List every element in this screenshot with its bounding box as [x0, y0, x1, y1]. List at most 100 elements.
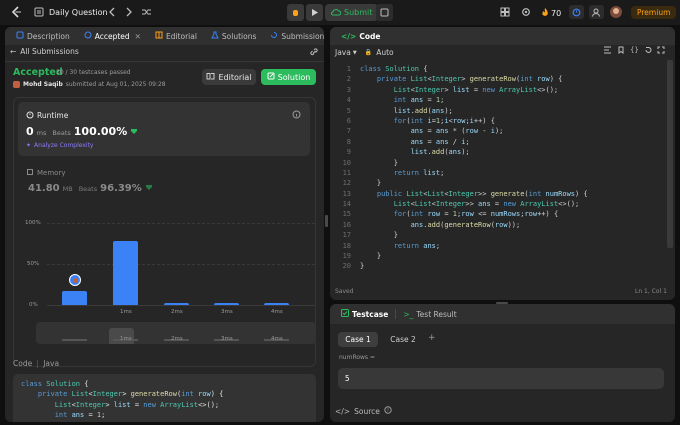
sparkle-icon: ✦ [26, 142, 32, 149]
streak-counter[interactable]: 70 [541, 7, 561, 19]
minimap-label: 3ms [221, 336, 233, 342]
case-2-button[interactable]: Case 2 [383, 332, 423, 347]
auto-format-label[interactable]: Auto [376, 48, 393, 57]
code-line: 2 private List<Integer> generateRow(int … [330, 74, 666, 84]
submit-button[interactable]: Submit [325, 4, 379, 21]
source-code-icon: </> [335, 406, 351, 416]
solution-button[interactable]: Solution [261, 69, 316, 85]
saved-status: Saved [335, 288, 354, 295]
runtime-bar[interactable] [62, 291, 87, 305]
tab-submissions[interactable]: Submissions [265, 27, 324, 45]
chart-minimap[interactable]: 1ms 2ms 3ms 4ms [36, 322, 316, 344]
notes-icon[interactable] [376, 4, 393, 21]
editor-actions: {} [603, 46, 665, 54]
info-icon[interactable] [292, 110, 301, 119]
problem-list-title[interactable]: Daily Question [49, 8, 108, 17]
reset-icon[interactable] [644, 46, 652, 54]
runtime-beats: 100.00% [73, 125, 128, 138]
help-icon[interactable]: ? [384, 406, 392, 416]
language-select[interactable]: Java ▼ [335, 48, 357, 57]
code-area[interactable]: 1 class Solution {2 private List<Integer>… [330, 64, 666, 274]
line-number: 3 [346, 85, 351, 94]
code-editor-panel: </> Code Java ▼ 🔒 Auto {} 1 class Solution … [330, 27, 675, 300]
runtime-bar[interactable] [214, 302, 239, 305]
leetcode-logo-icon[interactable] [10, 5, 24, 19]
format-lines-icon[interactable] [603, 46, 612, 54]
y-tick-50: 50% [27, 261, 40, 267]
code-text: list.add(ans); [393, 106, 453, 115]
runtime-title: Runtime [26, 110, 68, 121]
code-text: } [360, 231, 398, 240]
run-icon[interactable] [306, 4, 323, 21]
minimap-label: 1ms [120, 336, 132, 342]
back-arrow-icon: ← [10, 47, 17, 56]
code-text: private List<Integer> generateRow(int ro… [376, 75, 563, 84]
problem-list-icon[interactable] [34, 7, 44, 17]
curly-braces-icon[interactable]: {} [630, 46, 639, 54]
code-line: 15 for(int row = 1;row <= numRows;row++)… [330, 209, 666, 219]
vertical-resize-handle[interactable] [325, 215, 328, 227]
case-1-button[interactable]: Case 1 [338, 332, 378, 347]
tab-solutions[interactable]: Solutions [206, 27, 261, 45]
user-avatar[interactable] [610, 6, 622, 18]
timer-icon[interactable] [569, 5, 584, 19]
add-case-icon[interactable]: + [428, 333, 436, 343]
runtime-bar[interactable] [264, 302, 289, 305]
code-line: 4 int ans = 1; [330, 95, 666, 105]
code-line: 5 list.add(ans); [330, 106, 666, 116]
runtime-bar[interactable] [164, 302, 189, 305]
code-text: return ans; [393, 241, 441, 250]
close-tab-icon[interactable]: ✕ [135, 32, 141, 41]
tab-testcase[interactable]: Testcase [336, 305, 393, 323]
runtime-stat: 0 ms Beats 100.00% [26, 125, 138, 138]
analyze-complexity-link[interactable]: ✦ Analyze Complexity [26, 142, 93, 149]
tab-accepted[interactable]: Accepted ✕ [79, 27, 146, 45]
runtime-card[interactable]: Runtime 0 ms Beats 100.00% ✦ Analyze Com… [18, 102, 310, 156]
all-submissions-link[interactable]: ← All Submissions [10, 47, 79, 56]
testcase-tab-bar: Testcase >_ Test Result [330, 304, 675, 324]
param-input[interactable]: 5 [338, 368, 664, 389]
memory-badge-icon [145, 184, 153, 193]
runtime-unit: ms [36, 129, 47, 137]
submitted-code-line: private List<Integer> generateRow(int ro… [37, 390, 224, 399]
editor-scrollbar[interactable] [667, 60, 673, 248]
next-problem-icon[interactable] [124, 7, 134, 17]
tab-editorial[interactable]: Editorial [150, 27, 202, 45]
debug-icon[interactable] [287, 4, 304, 21]
line-number: 6 [346, 116, 351, 125]
code-text: ans = ans / i; [410, 137, 470, 146]
submitted-code-line: class Solution { [21, 380, 89, 388]
settings-gear-icon[interactable] [521, 7, 531, 17]
prev-problem-icon[interactable] [107, 7, 117, 17]
source-link[interactable]: </> Source ? [335, 406, 392, 416]
premium-button[interactable]: Premium [631, 6, 677, 19]
share-link-icon[interactable] [309, 47, 319, 57]
line-number: 11 [342, 168, 351, 177]
code-line: 7 ans = ans * (row - i); [330, 126, 666, 136]
runtime-beats-label: Beats [52, 129, 71, 137]
history-icon [270, 31, 278, 41]
gridline-top [47, 223, 315, 224]
code-line: 18 return ans; [330, 241, 666, 251]
shuffle-icon[interactable] [141, 7, 152, 17]
layout-icon[interactable] [500, 7, 510, 17]
minimap-label: 2ms [171, 336, 183, 342]
bookmark-icon[interactable] [617, 46, 625, 54]
fullscreen-icon[interactable] [657, 46, 665, 54]
tab-description[interactable]: Description [11, 27, 75, 45]
param-label: numRows = [339, 354, 375, 361]
tab-test-result[interactable]: >_ Test Result [398, 305, 461, 323]
code-text: ans.add(generateRow(row)); [410, 220, 521, 229]
param-value: 5 [345, 374, 350, 383]
x-tick-label: 4ms [271, 309, 283, 315]
runtime-bar[interactable] [113, 241, 138, 305]
line-number: 12 [342, 179, 351, 188]
add-friend-icon[interactable] [589, 5, 604, 19]
x-tick-label: 1ms [120, 309, 132, 315]
memory-stat-block[interactable]: Memory 41.80 MB Beats 96.39% [26, 168, 226, 198]
submitted-code-block[interactable]: class Solution { private List<Integer> g… [13, 374, 316, 422]
code-line: 9 list.add(ans); [330, 147, 666, 157]
editorial-button[interactable]: Editorial [202, 69, 256, 85]
author-name[interactable]: Mohd Saqib [23, 81, 63, 88]
tab-code[interactable]: </> Code [336, 27, 385, 45]
